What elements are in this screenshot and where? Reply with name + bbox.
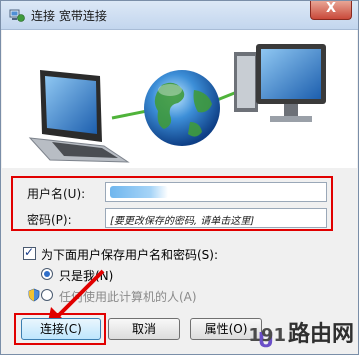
cancel-button[interactable]: 取消 [108,318,180,340]
connect-button[interactable]: 连接(C) [21,318,101,340]
window-title: 连接 宽带连接 [31,9,107,23]
connection-illustration [28,44,326,163]
save-credentials-checkbox[interactable] [23,245,36,260]
username-value-redacted [110,186,168,198]
laptop-icon [28,70,130,163]
password-field[interactable]: [要更改保存的密码, 请单击这里] [105,208,327,228]
globe-icon [144,70,220,146]
illustration-banner [2,30,357,168]
username-label: 用户名(U): [27,187,86,201]
watermark: 191路由网 [248,316,354,348]
password-placeholder: [要更改保存的密码, 请单击这里] [110,216,255,227]
save-credentials-label: 为下面用户保存用户名和密码(S): [41,248,219,262]
credentials-group: 用户名(U): 密码(P): [要更改保存的密码, 请单击这里] [11,176,333,231]
watermark-number: 191 [248,325,286,346]
password-label: 密码(P): [27,213,72,227]
shield-icon [28,288,40,302]
desktop-computer-icon [234,44,326,122]
username-field[interactable] [105,182,327,202]
close-icon: X [325,1,337,16]
close-button[interactable]: X [310,1,352,20]
watermark-text: 路由网 [287,322,354,347]
network-connection-icon [9,9,25,22]
connect-dialog: 连接 宽带连接 X 用户名(U): 密码(P): [要更改保存的密码, 请单击这… [0,0,359,355]
title-bar: 连接 宽带连接 X [1,1,358,30]
